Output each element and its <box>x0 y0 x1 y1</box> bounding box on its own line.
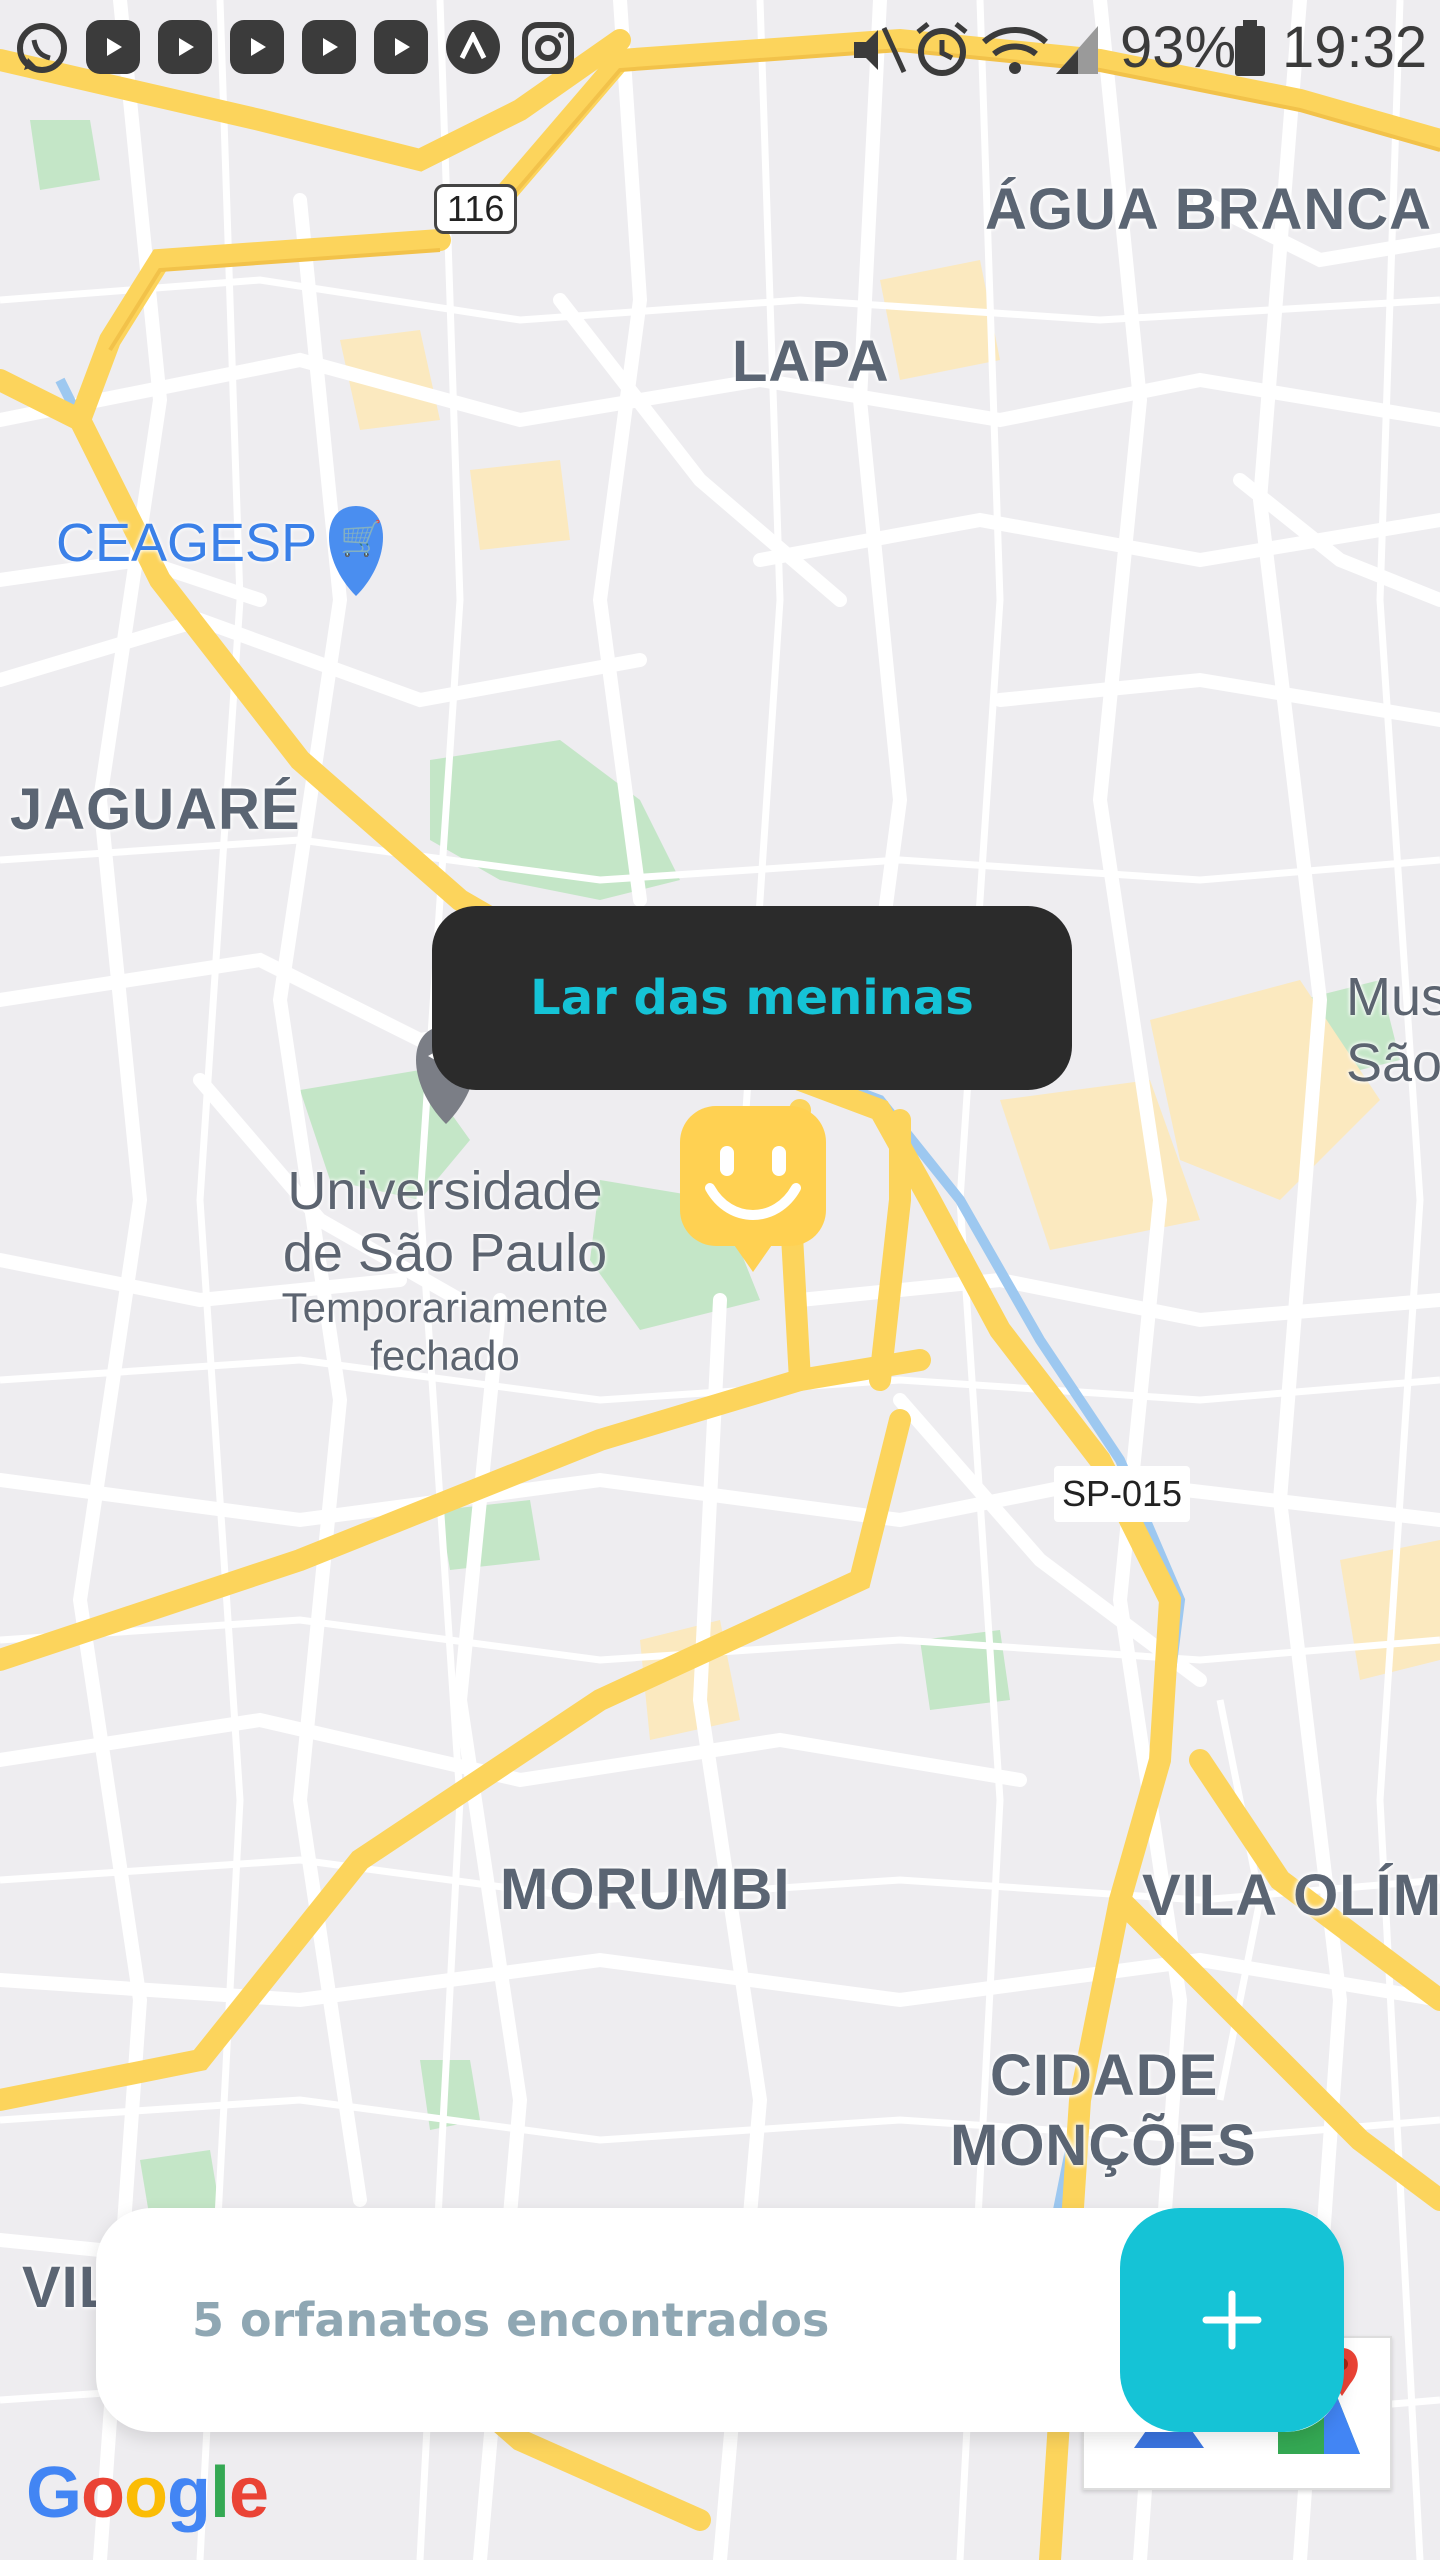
orphanage-marker-icon[interactable] <box>680 1106 826 1272</box>
poi-usp-status2: fechado <box>370 1332 520 1380</box>
district-label-cidade: CIDADE <box>990 2043 1219 2108</box>
orphanage-tooltip[interactable]: Lar das meninas <box>432 906 1072 1090</box>
arrow-app-icon <box>446 20 500 74</box>
status-bar: 93% 19:32 <box>0 0 1440 96</box>
district-label-jaguare: JAGUARÉ <box>10 777 301 842</box>
alarm-icon <box>916 22 968 76</box>
whatsapp-icon <box>17 23 67 73</box>
svg-text:🛒: 🛒 <box>340 519 382 559</box>
poi-label-usp[interactable]: Universidade de São Paulo Temporariament… <box>270 1160 620 1381</box>
youtube-icon <box>230 20 284 74</box>
district-label-moncoes: MONÇÕES <box>950 2113 1257 2178</box>
google-logo: Google <box>26 2453 269 2533</box>
mute-icon <box>854 26 907 74</box>
signal-icon <box>1056 26 1098 74</box>
district-label-sao: São <box>1346 1033 1440 1093</box>
district-label-museu: Mus <box>1346 967 1440 1027</box>
district-label-morumbi: MORUMBI <box>500 1857 791 1922</box>
battery-icon <box>1235 20 1265 76</box>
orphanage-name: Lar das meninas <box>530 970 974 1026</box>
youtube-icon <box>158 20 212 74</box>
instagram-icon <box>522 22 574 74</box>
district-label-lapa: LAPA <box>732 329 890 394</box>
poi-usp-line2: de São Paulo <box>282 1223 608 1284</box>
wifi-icon <box>982 27 1048 74</box>
district-label-agua-branca: ÁGUA BRANCA <box>985 177 1433 242</box>
youtube-icon <box>86 20 140 74</box>
poi-usp-status1: Temporariamente <box>281 1284 609 1332</box>
clock: 19:32 <box>1282 15 1428 80</box>
poi-usp-line1: Universidade <box>287 1161 603 1221</box>
youtube-icon <box>302 20 356 74</box>
plus-icon <box>1202 2290 1262 2350</box>
youtube-icon <box>374 20 428 74</box>
results-count-text: 5 orfanatos encontrados <box>192 2293 830 2347</box>
add-orphanage-button[interactable] <box>1120 2208 1344 2432</box>
district-label-vila-olimpia: VILA OLÍMI <box>1142 1863 1440 1928</box>
poi-label-ceagesp[interactable]: CEAGESP <box>56 512 317 574</box>
road-shield-116: 116 <box>434 184 518 234</box>
battery-percentage: 93% <box>1120 15 1237 80</box>
road-shield-sp015: SP-015 <box>1054 1466 1191 1522</box>
